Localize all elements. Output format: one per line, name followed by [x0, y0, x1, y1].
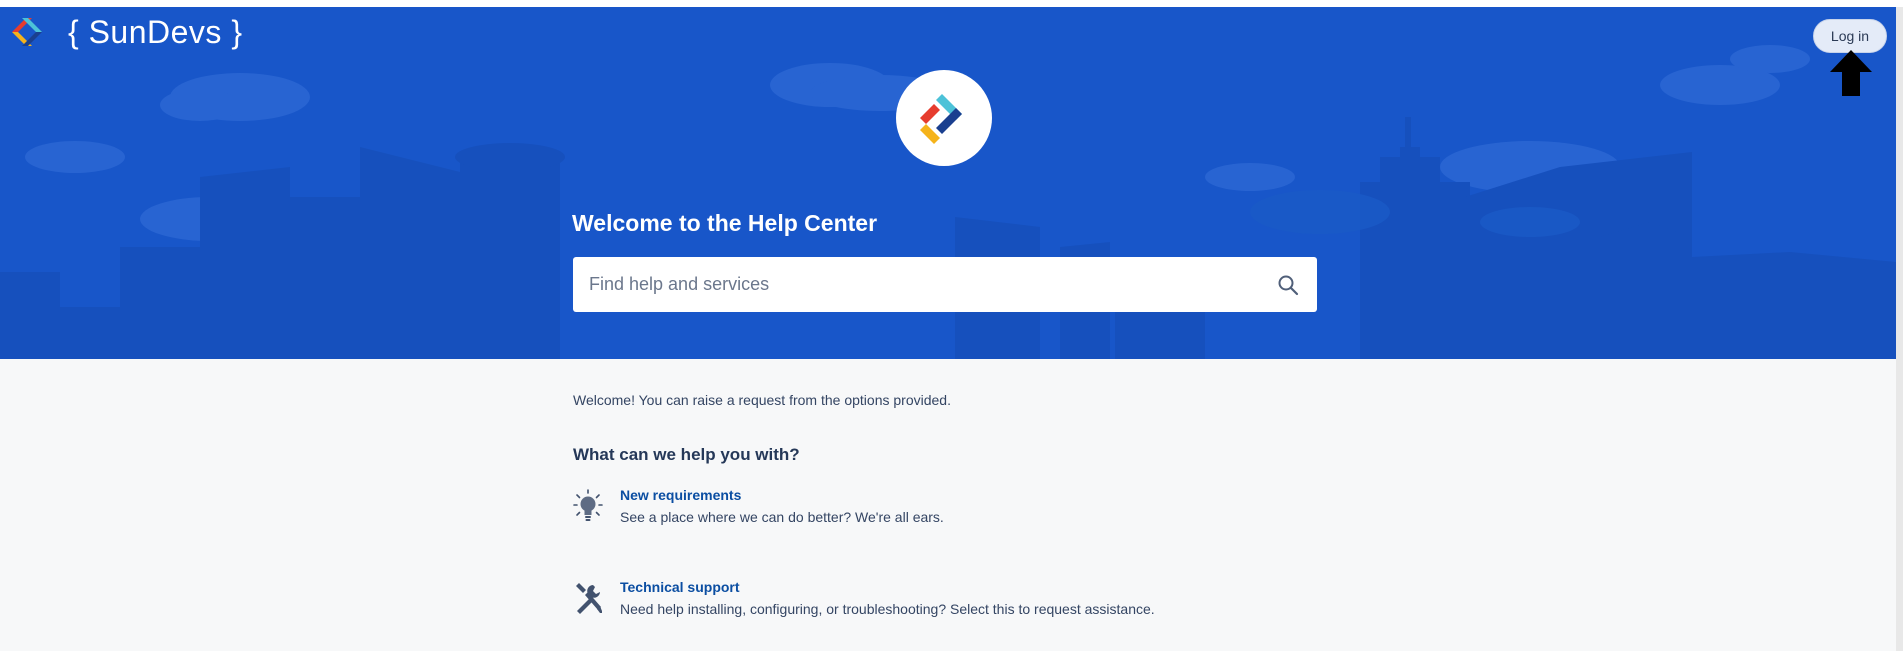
search-icon[interactable] — [1277, 274, 1299, 296]
section-heading: What can we help you with? — [573, 445, 800, 464]
up-arrow-icon — [1830, 50, 1872, 96]
sundevs-mark-icon — [920, 94, 962, 144]
request-type-description: Need help installing, configuring, or tr… — [620, 601, 1155, 617]
login-button[interactable]: Log in — [1813, 19, 1887, 53]
top-strip — [0, 0, 1903, 7]
wrench-screwdriver-icon — [576, 583, 602, 614]
intro-text: Welcome! You can raise a request from th… — [573, 392, 951, 408]
search-input[interactable] — [573, 257, 1277, 312]
request-type-technical-support[interactable]: Technical support Need help installing, … — [573, 579, 1333, 629]
search-box[interactable] — [573, 257, 1317, 312]
request-type-description: See a place where we can do better? We'r… — [620, 509, 944, 525]
brand[interactable]: { SunDevs } — [8, 10, 243, 54]
request-type-title[interactable]: Technical support — [620, 579, 740, 595]
center-logo — [896, 70, 992, 166]
request-type-title[interactable]: New requirements — [620, 487, 741, 503]
page-title: Welcome to the Help Center — [572, 210, 878, 236]
brand-name: { SunDevs } — [68, 13, 243, 50]
sundevs-logo-icon — [12, 18, 42, 46]
lightbulb-icon — [573, 489, 603, 521]
request-type-new-requirements[interactable]: New requirements See a place where we ca… — [573, 487, 1333, 537]
scrollbar-track[interactable] — [1896, 7, 1903, 651]
